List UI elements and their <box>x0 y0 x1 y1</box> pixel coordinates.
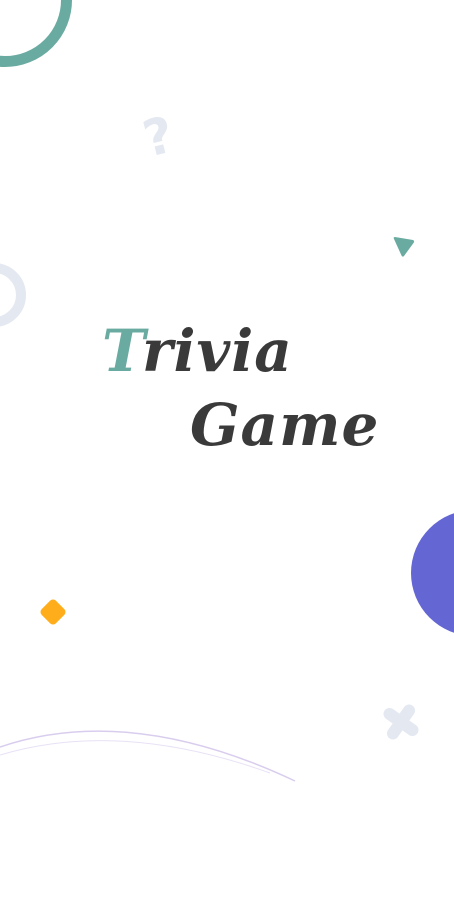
title-line-1-rest: rivia <box>141 317 293 385</box>
arc-icon <box>0 730 296 782</box>
arc-line-inner <box>0 740 271 774</box>
grey-ring-icon <box>0 263 26 327</box>
triangle-shape <box>393 237 415 257</box>
question-mark-icon: ? <box>137 105 180 169</box>
triangle-icon <box>393 237 415 257</box>
cross-icon <box>373 694 429 750</box>
app-title: Trivia Game <box>0 0 454 904</box>
title-line-trivia: Trivia <box>102 322 293 380</box>
arc-line-outer <box>0 730 296 782</box>
title-accent-letter: T <box>102 317 142 385</box>
orange-diamond-icon <box>38 597 68 627</box>
teal-ring-icon <box>0 0 72 67</box>
title-line-game: Game <box>190 391 380 459</box>
purple-half-circle-icon <box>411 510 454 636</box>
splash-screen: ? Trivia Game <box>0 0 454 904</box>
